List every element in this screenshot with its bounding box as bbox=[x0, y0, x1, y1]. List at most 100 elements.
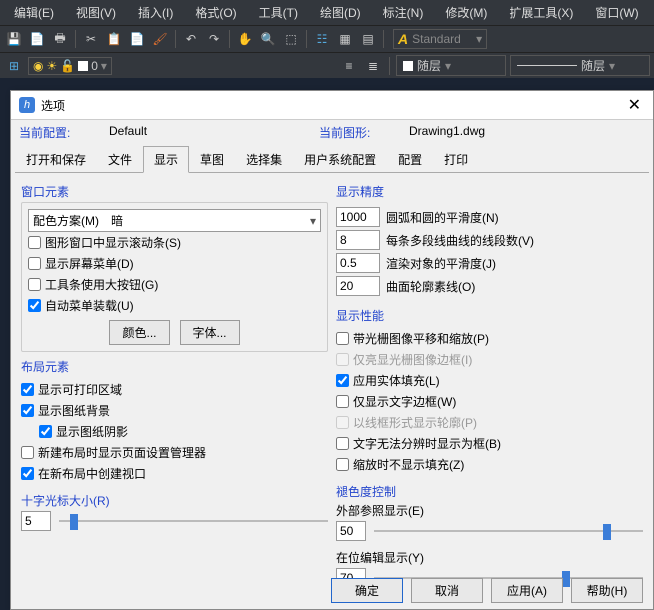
cb-largebuttons[interactable]: 工具条使用大按钮(G) bbox=[28, 274, 321, 295]
menu-view[interactable]: 视图(V) bbox=[66, 2, 126, 23]
main-toolbar: 💾 📄 🖶 ✂ 📋 📄 🖌 ↶ ↷ ✋ 🔍 ⬚ ☷ ▦ ▤ A Standard… bbox=[0, 25, 654, 52]
layer-manager-icon[interactable]: ≡ bbox=[339, 56, 359, 76]
cut-icon[interactable]: ✂ bbox=[81, 29, 101, 49]
undo-icon[interactable]: ↶ bbox=[181, 29, 201, 49]
help-button[interactable]: 帮助(H) bbox=[571, 578, 643, 603]
current-profile-label: 当前配置: bbox=[19, 124, 109, 141]
close-icon[interactable]: ✕ bbox=[624, 95, 645, 115]
print-icon[interactable]: 🖶 bbox=[50, 29, 70, 49]
cb-paper-bg[interactable]: 显示图纸背景 bbox=[21, 400, 328, 421]
menu-dimension[interactable]: 标注(N) bbox=[373, 2, 434, 23]
cancel-button[interactable]: 取消 bbox=[411, 578, 483, 603]
copy-icon[interactable]: 📋 bbox=[104, 29, 124, 49]
color-bylayer-value: 随层 bbox=[417, 57, 441, 74]
menu-extend[interactable]: 扩展工具(X) bbox=[499, 2, 583, 23]
color-scheme-combo[interactable]: 配色方案(M) 暗 ▾ bbox=[28, 209, 321, 232]
tool-palette-icon[interactable]: ▤ bbox=[358, 29, 378, 49]
saveas-icon[interactable]: 📄 bbox=[27, 29, 47, 49]
cb-papershadow-label: 显示图纸阴影 bbox=[56, 423, 128, 440]
cb-create-viewport[interactable]: 在新布局中创建视口 bbox=[21, 463, 328, 484]
cb-screenmenu[interactable]: 显示屏幕菜单(D) bbox=[28, 253, 321, 274]
layer-toolbar: ⊞ ◉ ☀ 🔓 0 ▾ ≡ ≣ 随层 ▾ 随层 ▾ bbox=[0, 52, 654, 78]
slider-thumb[interactable] bbox=[70, 514, 78, 530]
menu-window[interactable]: 窗口(W) bbox=[585, 2, 648, 23]
chevron-down-icon: ▾ bbox=[609, 59, 615, 73]
menu-draw[interactable]: 绘图(D) bbox=[310, 2, 371, 23]
apply-button[interactable]: 应用(A) bbox=[491, 578, 563, 603]
tab-selection[interactable]: 选择集 bbox=[235, 146, 293, 173]
toolbar-sep bbox=[229, 30, 230, 48]
xref-slider-row bbox=[336, 521, 643, 541]
tab-user-preferences[interactable]: 用户系统配置 bbox=[293, 146, 387, 173]
window-elements-title: 窗口元素 bbox=[21, 183, 328, 200]
cb-pan-zoom-raster[interactable]: 带光栅图像平移和缩放(P) bbox=[336, 328, 643, 349]
segments-label: 每条多段线曲线的线段数(V) bbox=[386, 232, 534, 249]
color-bylayer-combo[interactable]: 随层 ▾ bbox=[396, 55, 506, 76]
save-icon[interactable]: 💾 bbox=[4, 29, 24, 49]
zoom-icon[interactable]: 🔍 bbox=[258, 29, 278, 49]
menu-format[interactable]: 格式(O) bbox=[185, 2, 246, 23]
display-resolution-group: 圆弧和圆的平滑度(N) 每条多段线曲线的线段数(V) 渲染对象的平滑度(J) 曲… bbox=[336, 202, 643, 301]
window-elements-group: 配色方案(M) 暗 ▾ 图形窗口中显示滚动条(S) 显示屏幕菜单(D) 工具条使… bbox=[21, 202, 328, 352]
options-dialog: h 选项 ✕ 当前配置: Default 当前图形: Drawing1.dwg … bbox=[10, 90, 654, 610]
cb-viewport-label: 在新布局中创建视口 bbox=[38, 465, 146, 482]
properties-icon[interactable]: ☷ bbox=[312, 29, 332, 49]
app-icon: h bbox=[19, 97, 35, 113]
cb-truetype-box[interactable]: 文字无法分辨时显示为框(B) bbox=[336, 433, 643, 454]
cb-paper-shadow[interactable]: 显示图纸阴影 bbox=[21, 421, 328, 442]
layer-states-icon[interactable]: ≣ bbox=[363, 56, 383, 76]
cb-solid-fill[interactable]: 应用实体填充(L) bbox=[336, 370, 643, 391]
cb-scale-nofill[interactable]: 缩放时不显示填充(Z) bbox=[336, 454, 643, 475]
zoom-window-icon[interactable]: ⬚ bbox=[281, 29, 301, 49]
matchprop-icon[interactable]: 🖌 bbox=[150, 29, 170, 49]
design-center-icon[interactable]: ▦ bbox=[335, 29, 355, 49]
text-style-combo[interactable]: A Standard ▾ bbox=[393, 29, 487, 49]
cb-autoload-label: 自动菜单装载(U) bbox=[45, 297, 134, 314]
display-resolution-title: 显示精度 bbox=[336, 183, 643, 200]
menu-insert[interactable]: 插入(I) bbox=[128, 2, 183, 23]
tab-profiles[interactable]: 配置 bbox=[387, 146, 433, 173]
xref-fade-slider[interactable] bbox=[374, 522, 643, 540]
crosshair-input[interactable] bbox=[21, 511, 51, 531]
tab-plot[interactable]: 打印 bbox=[433, 146, 479, 173]
cb-pagesetup-label: 新建布局时显示页面设置管理器 bbox=[38, 444, 206, 461]
render-smoothness-input[interactable] bbox=[336, 253, 380, 273]
cb-scrollbars[interactable]: 图形窗口中显示滚动条(S) bbox=[28, 232, 321, 253]
inplace-fade-label: 在位编辑显示(Y) bbox=[336, 549, 643, 566]
fonts-button[interactable]: 字体... bbox=[180, 320, 240, 345]
linetype-combo[interactable]: 随层 ▾ bbox=[510, 55, 650, 76]
layout-elements-group: 显示可打印区域 显示图纸背景 显示图纸阴影 新建布局时显示页面设置管理器 在新布… bbox=[21, 377, 328, 486]
cb-highlight-raster: 仅亮显光栅图像边框(I) bbox=[336, 349, 643, 370]
tab-open-save[interactable]: 打开和保存 bbox=[15, 146, 97, 173]
slider-thumb[interactable] bbox=[603, 524, 611, 540]
menu-tools[interactable]: 工具(T) bbox=[249, 2, 308, 23]
paste-icon[interactable]: 📄 bbox=[127, 29, 147, 49]
cb-text-frame[interactable]: 仅显示文字边框(W) bbox=[336, 391, 643, 412]
pan-icon[interactable]: ✋ bbox=[235, 29, 255, 49]
arc-smoothness-input[interactable] bbox=[336, 207, 380, 227]
layer-combo[interactable]: ◉ ☀ 🔓 0 ▾ bbox=[28, 57, 112, 75]
dialog-button-row: 确定 取消 应用(A) 帮助(H) bbox=[331, 578, 643, 603]
cb-scalefill-label: 缩放时不显示填充(Z) bbox=[353, 456, 464, 473]
color-scheme-label: 配色方案(M) bbox=[33, 212, 99, 229]
layer-name: 0 bbox=[91, 59, 98, 73]
xref-fade-input[interactable] bbox=[336, 521, 366, 541]
redo-icon[interactable]: ↷ bbox=[204, 29, 224, 49]
menu-edit[interactable]: 编辑(E) bbox=[4, 2, 64, 23]
menu-modify[interactable]: 修改(M) bbox=[435, 2, 497, 23]
contour-lines-input[interactable] bbox=[336, 276, 380, 296]
ok-button[interactable]: 确定 bbox=[331, 578, 403, 603]
cb-largebuttons-label: 工具条使用大按钮(G) bbox=[45, 276, 158, 293]
crosshair-slider[interactable] bbox=[59, 512, 328, 530]
colors-button[interactable]: 颜色... bbox=[109, 320, 169, 345]
cb-printable-area[interactable]: 显示可打印区域 bbox=[21, 379, 328, 400]
tab-drafting[interactable]: 草图 bbox=[189, 146, 235, 173]
layer-previous-icon[interactable]: ⊞ bbox=[4, 56, 24, 76]
crosshair-slider-row bbox=[21, 511, 328, 531]
tab-display[interactable]: 显示 bbox=[143, 146, 189, 173]
toolbar-sep bbox=[383, 30, 384, 48]
cb-page-setup[interactable]: 新建布局时显示页面设置管理器 bbox=[21, 442, 328, 463]
segments-input[interactable] bbox=[336, 230, 380, 250]
tab-files[interactable]: 文件 bbox=[97, 146, 143, 173]
cb-autoload[interactable]: 自动菜单装载(U) bbox=[28, 295, 321, 316]
